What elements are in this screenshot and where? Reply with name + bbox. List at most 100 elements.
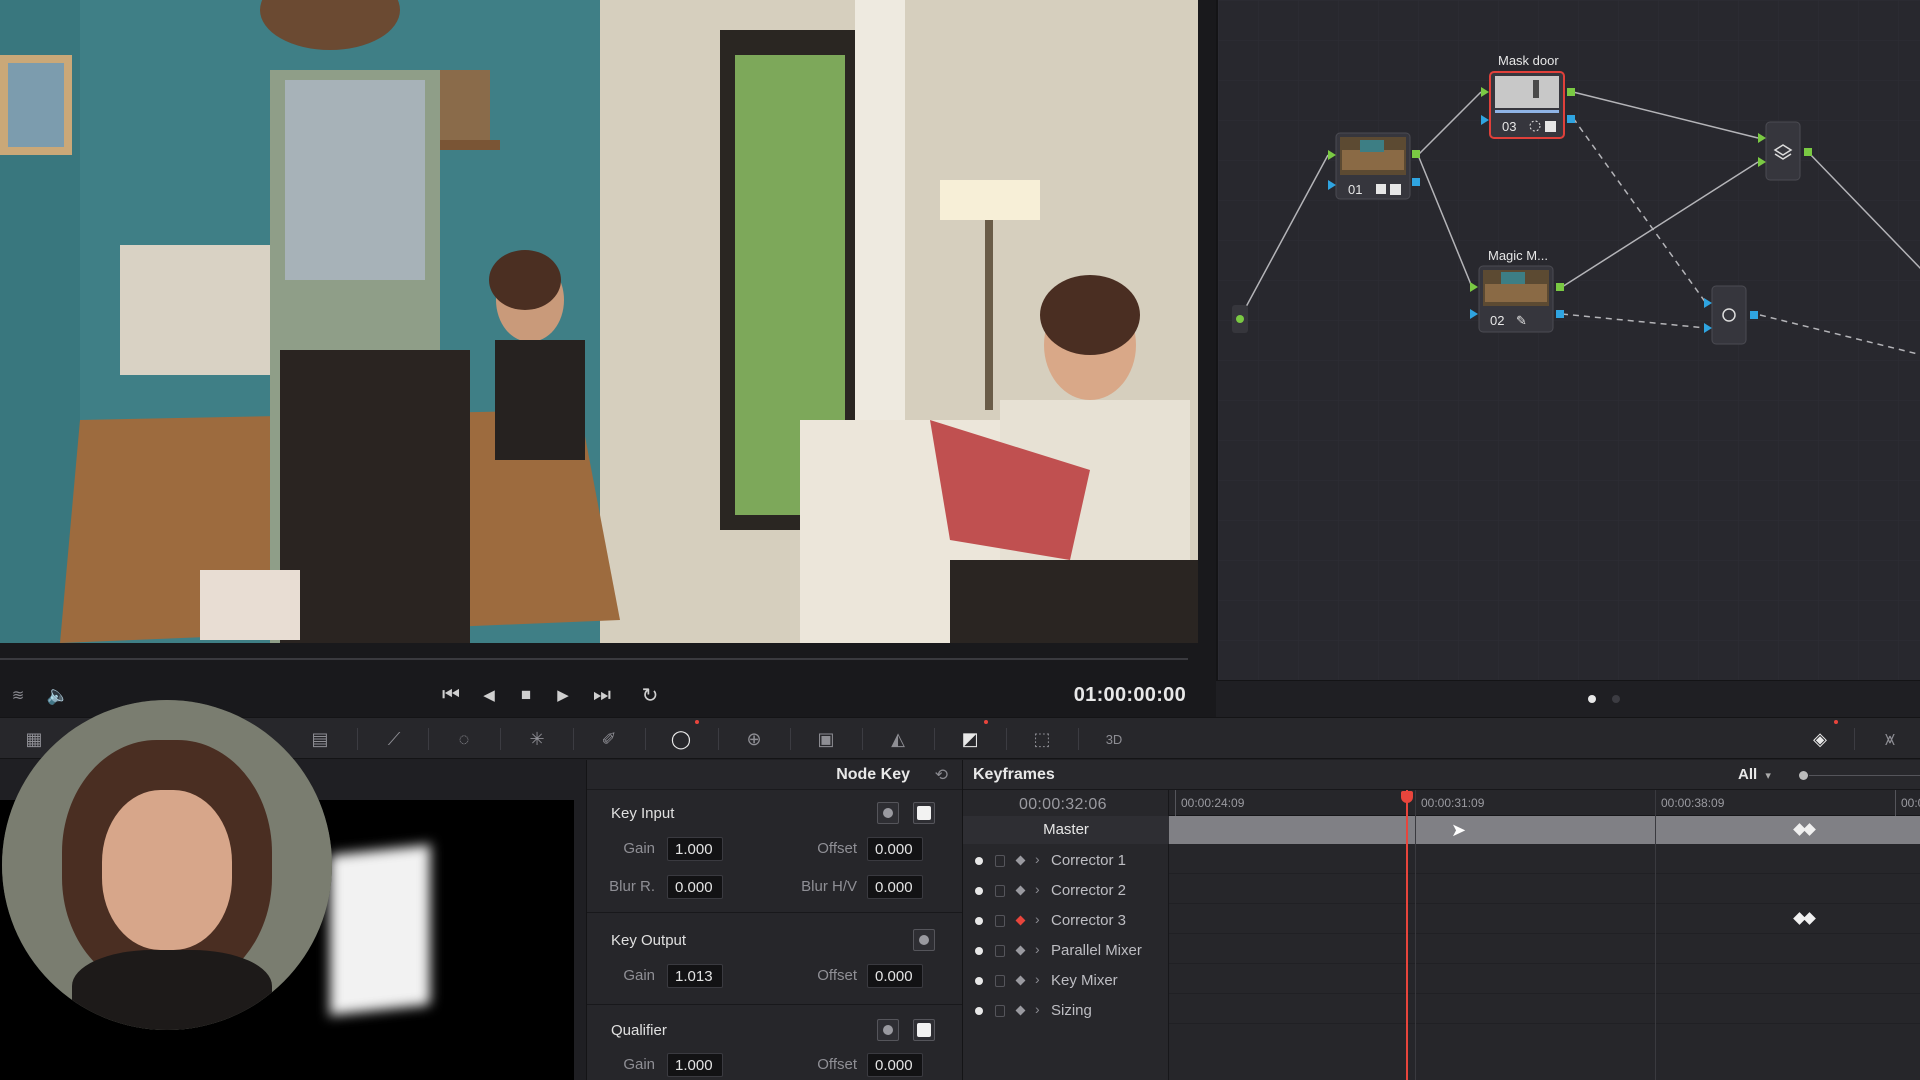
zoom-slider-track[interactable]: [1809, 775, 1920, 776]
time-ruler[interactable]: 00:00:24:09 00:00:31:09 00:00:38:09 00:0: [1169, 790, 1920, 816]
play-icon[interactable]: ▶: [549, 678, 577, 712]
keyframe-track-lane[interactable]: [1169, 994, 1920, 1024]
qualifier-invert-button[interactable]: [877, 1019, 899, 1041]
chevron-right-icon[interactable]: ›: [1035, 971, 1040, 987]
qualifier-mask-button[interactable]: [913, 1019, 935, 1041]
keyframes-icon[interactable]: ◈: [1804, 724, 1836, 754]
keyframe-track-row[interactable]: › Parallel Mixer: [963, 936, 1169, 966]
3d-icon[interactable]: 3D: [1098, 724, 1130, 754]
sizing-icon[interactable]: ⬚: [1026, 724, 1058, 754]
playhead[interactable]: [1406, 790, 1408, 1080]
key-active-indicator: [984, 720, 988, 724]
blur-hv-field[interactable]: 0.000: [867, 875, 923, 899]
lock-icon[interactable]: [995, 885, 1005, 897]
master-track-lane[interactable]: [1169, 816, 1920, 844]
curves-icon[interactable]: ⟋: [378, 724, 410, 754]
key-output-offset-label: Offset: [817, 967, 857, 984]
track-enable-icon[interactable]: [975, 1007, 983, 1015]
key-input-gain-field[interactable]: 1.000: [667, 837, 723, 861]
track-enable-icon[interactable]: [975, 887, 983, 895]
keyframe-toggle-icon[interactable]: [1015, 945, 1026, 956]
keyframe-toggle-icon[interactable]: [1015, 885, 1026, 896]
node-graph-pager: [1216, 680, 1920, 717]
track-enable-icon[interactable]: [975, 917, 983, 925]
key-output-offset-field[interactable]: 0.000: [867, 964, 923, 988]
key-output-invert-button[interactable]: [913, 929, 935, 951]
lock-icon[interactable]: [995, 945, 1005, 957]
step-back-icon[interactable]: ◀: [475, 678, 503, 712]
go-to-start-icon[interactable]: ⏮: [435, 678, 467, 712]
page-dot-1[interactable]: [1588, 695, 1596, 703]
keyframe-track-lane[interactable]: [1169, 904, 1920, 934]
blur-icon[interactable]: ◭: [882, 724, 914, 754]
track-keyframe[interactable]: [1803, 912, 1816, 925]
key-icon[interactable]: ◩: [954, 724, 986, 754]
keyframe-track-lane[interactable]: [1169, 844, 1920, 874]
qualifier-offset-field[interactable]: 0.000: [867, 1053, 923, 1077]
loop-icon[interactable]: ↻: [634, 678, 666, 712]
lock-icon[interactable]: [995, 975, 1005, 987]
window-icon[interactable]: ◯: [665, 724, 697, 754]
source-input[interactable]: [1232, 305, 1248, 333]
key-input-gain-label: Gain: [623, 840, 655, 857]
tracker-icon[interactable]: ⊕: [738, 724, 770, 754]
playhead-handle[interactable]: [1401, 791, 1413, 803]
keyframe-toggle-icon[interactable]: [1015, 915, 1026, 926]
key-input-mask-button[interactable]: [913, 802, 935, 824]
keyframe-timeline[interactable]: 00:00:24:09 00:00:31:09 00:00:38:09 00:0…: [1169, 790, 1920, 1080]
timeline-scrubber[interactable]: [0, 658, 1188, 660]
keyframe-track-list: 00:00:32:06 Master › Corrector 1 › Correcto…: [963, 790, 1169, 1080]
key-matte: [330, 844, 430, 1016]
keyframe-toggle-icon[interactable]: [1015, 975, 1026, 986]
keyframe-track-lane[interactable]: [1169, 934, 1920, 964]
keyframe-track-row[interactable]: › Corrector 2: [963, 876, 1169, 906]
chevron-right-icon[interactable]: ›: [1035, 911, 1040, 927]
go-to-end-icon[interactable]: ⏭: [586, 678, 618, 712]
zoom-slider-handle[interactable]: [1799, 771, 1808, 780]
keyframe-track-lane[interactable]: [1169, 874, 1920, 904]
keyframe-track-lane[interactable]: [1169, 964, 1920, 994]
video-frame[interactable]: [0, 0, 1198, 643]
page-dot-2[interactable]: [1612, 695, 1620, 703]
blur-r-field[interactable]: 0.000: [667, 875, 723, 899]
node-key-title: Node Key: [836, 766, 910, 783]
svg-text:✎: ✎: [1516, 314, 1527, 329]
chevron-right-icon[interactable]: ›: [1035, 851, 1040, 867]
keyframe-track-row[interactable]: › Sizing: [963, 996, 1169, 1026]
lock-icon[interactable]: [995, 1005, 1005, 1017]
chevron-right-icon[interactable]: ›: [1035, 881, 1040, 897]
eyedropper-icon[interactable]: ✐: [593, 724, 625, 754]
keyframe-toggle-icon[interactable]: [1015, 1005, 1026, 1016]
reset-icon[interactable]: ⟲: [935, 765, 948, 785]
keyframe-track-row[interactable]: › Corrector 1: [963, 846, 1169, 876]
node-graph[interactable]: 01 Mask door 03 Magic M... 02 ✎: [1216, 0, 1920, 680]
chevron-right-icon[interactable]: ›: [1035, 941, 1040, 957]
key-input-invert-button[interactable]: [877, 802, 899, 824]
keyframe-track-row[interactable]: › Corrector 3: [963, 906, 1169, 936]
track-enable-icon[interactable]: [975, 857, 983, 865]
color-warper-icon[interactable]: ◌: [448, 724, 480, 754]
stop-icon[interactable]: ■: [512, 678, 540, 712]
magic-mask-icon[interactable]: ▣: [810, 724, 842, 754]
keyframe-track-row[interactable]: › Key Mixer: [963, 966, 1169, 996]
lock-icon[interactable]: [995, 915, 1005, 927]
qualifier-icon[interactable]: ✳: [521, 724, 553, 754]
key-output-gain-label: Gain: [623, 967, 655, 984]
node-01[interactable]: 01: [1328, 132, 1420, 200]
track-enable-icon[interactable]: [975, 977, 983, 985]
master-track[interactable]: Master: [963, 816, 1169, 844]
scopes-icon[interactable]: ⩙: [1874, 724, 1906, 754]
lock-icon[interactable]: [995, 855, 1005, 867]
key-input-offset-field[interactable]: 0.000: [867, 837, 923, 861]
keyframes-filter-dropdown[interactable]: All ▾: [1738, 766, 1771, 783]
keyframes-panel: Keyframes All ▾ 00:00:32:06 Master › Corr…: [962, 760, 1920, 1080]
node-key-panel: Node Key ⟲ Key Input Gain 1.000 Offset 0…: [586, 760, 962, 1080]
track-enable-icon[interactable]: [975, 947, 983, 955]
svg-text:01: 01: [1348, 182, 1362, 197]
keyframe-toggle-icon[interactable]: [1015, 855, 1026, 866]
key-output-gain-field[interactable]: 1.013: [667, 964, 723, 988]
ruler-label-1: 00:00:24:09: [1181, 796, 1245, 810]
qualifier-gain-field[interactable]: 1.000: [667, 1053, 723, 1077]
master-keyframe[interactable]: [1803, 823, 1816, 836]
chevron-right-icon[interactable]: ›: [1035, 1001, 1040, 1017]
